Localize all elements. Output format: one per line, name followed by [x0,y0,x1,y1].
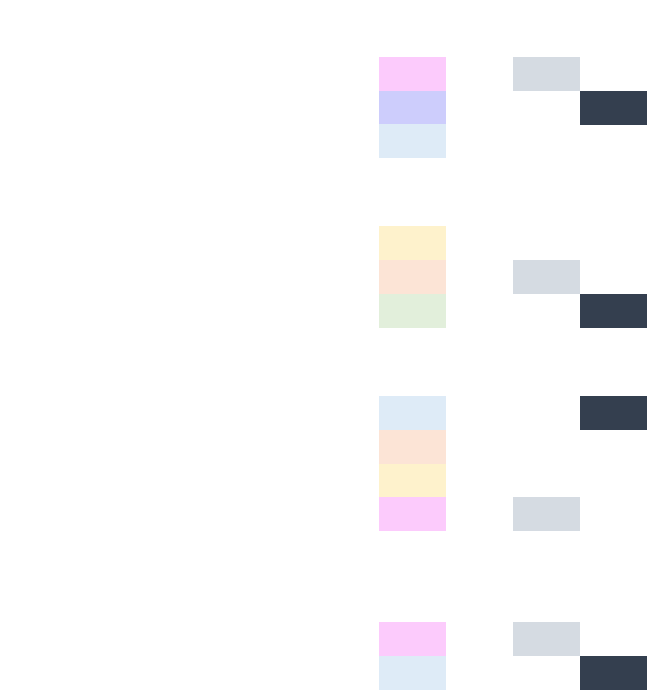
swatch-pale-blue [379,124,446,158]
swatch-pink [379,57,446,91]
marker-light-gray [513,497,580,531]
swatch-peach [379,260,446,294]
swatch-pale-yellow [379,226,446,260]
swatch-pale-yellow [379,464,446,498]
swatch-peach [379,430,446,464]
marker-dark-slate [580,294,647,328]
marker-dark-slate [580,91,647,125]
marker-light-gray [513,622,580,656]
swatch-lavender [379,91,446,125]
swatch-pale-blue [379,396,446,430]
canvas [0,0,648,695]
marker-dark-slate [580,656,647,690]
marker-dark-slate [580,396,647,430]
swatch-pink [379,622,446,656]
swatch-pale-blue [379,656,446,690]
marker-light-gray [513,260,580,294]
marker-light-gray [513,57,580,91]
swatch-pink [379,497,446,531]
swatch-pale-green [379,294,446,328]
